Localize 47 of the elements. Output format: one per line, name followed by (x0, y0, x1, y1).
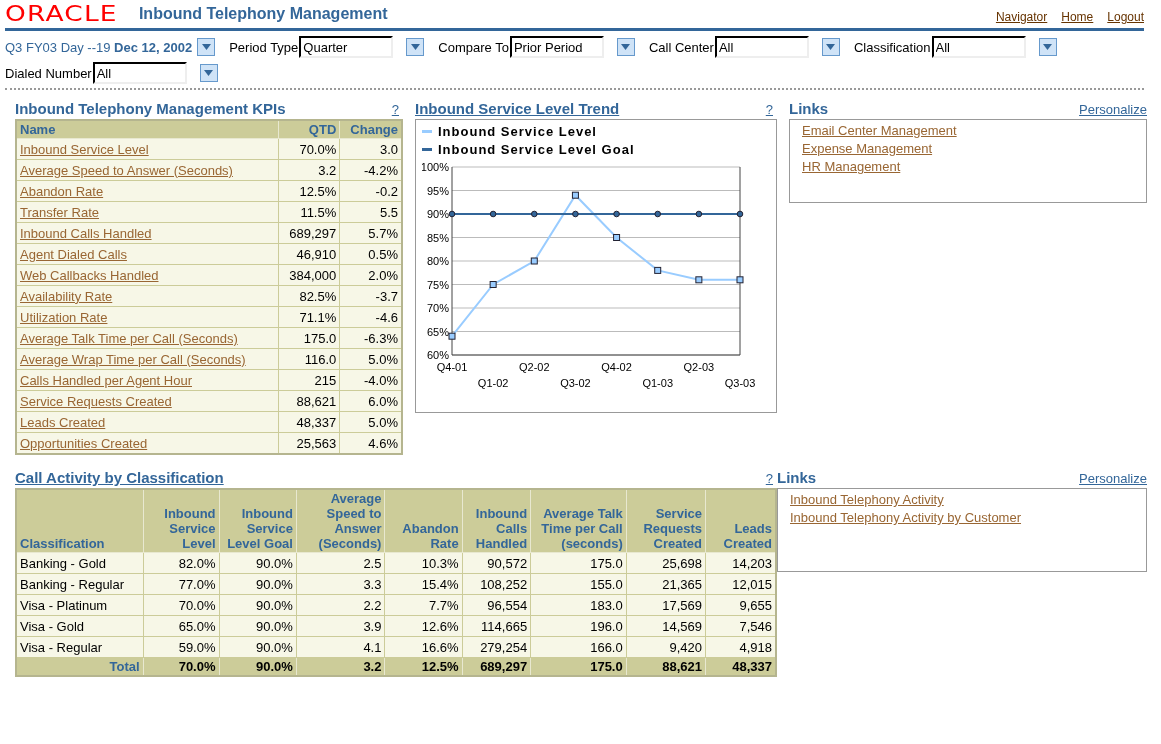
legend-label: Inbound Service Level Goal (438, 142, 635, 157)
x-tick-label: Q2-03 (683, 361, 715, 373)
y-tick-label: 70% (426, 302, 449, 314)
x-tick-label: Q3-03 (724, 377, 756, 389)
column-header: Classification (16, 489, 144, 553)
column-header: Abandon Rate (384, 489, 463, 553)
table-cell: Banking - Gold (16, 552, 144, 574)
section-title: Links (789, 100, 829, 117)
x-tick-label: Q2-02 (519, 361, 550, 373)
filter-label: Compare To (438, 39, 509, 55)
y-tick-label: 90% (426, 208, 449, 220)
x-tick-label: Q1-02 (477, 377, 509, 389)
column-header: Inbound Calls Handled (462, 489, 531, 553)
column-header: Average Talk Time per Call (seconds) (530, 489, 627, 553)
table-cell: Banking - Regular (16, 573, 144, 595)
section-title: Inbound Telephony Management KPIs (15, 100, 286, 117)
y-tick-label: 85% (426, 231, 449, 244)
x-tick-label: Q4-01 (436, 361, 468, 373)
y-tick-label: 75% (426, 278, 449, 291)
period-label: Q3 FY03 Day --19 Dec 12, 2002 (5, 39, 193, 55)
filter-label: Dialed Number (5, 65, 92, 81)
column-header: Average Speed to Answer (Seconds) (296, 489, 385, 553)
x-tick-label: Q1-03 (642, 377, 673, 389)
y-tick-label: 60% (426, 349, 449, 361)
column-header: Inbound Service Level (143, 489, 220, 553)
x-tick-label: Q4-02 (601, 361, 632, 373)
column-header: Change (339, 120, 402, 139)
y-tick-label: 80% (426, 255, 449, 267)
column-header: Name (16, 120, 279, 139)
table-cell: Visa - Gold (16, 615, 144, 637)
section-title: Links (777, 469, 817, 486)
column-header: Leads Created (705, 489, 776, 553)
y-tick-label: 100% (422, 161, 449, 173)
column-header: Service Requests Created (626, 489, 706, 553)
table-cell: Visa - Regular (16, 636, 144, 658)
table-cell: Visa - Platinum (16, 594, 144, 616)
filter-label: Classification (853, 39, 931, 55)
column-header: Inbound Service Level Goal (219, 489, 297, 553)
oracle-logo: ORACLE (5, 2, 118, 26)
filter-label: Period Type (229, 39, 299, 55)
filter-label: Call Center (648, 39, 714, 55)
x-tick-label: Q3-02 (560, 377, 591, 389)
y-tick-label: 95% (426, 184, 449, 197)
y-tick-label: 65% (426, 325, 449, 338)
legend-label: Inbound Service Level (438, 124, 597, 139)
column-header: QTD (278, 120, 340, 139)
app-title: Inbound Telephony Management (138, 5, 388, 23)
